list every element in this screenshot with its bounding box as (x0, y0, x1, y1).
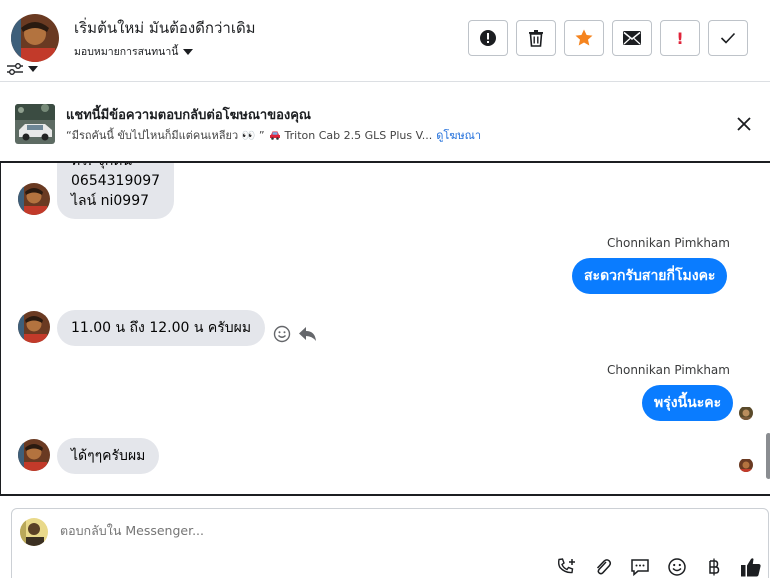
message-text: ได้ๆๆครับผม (71, 448, 146, 464)
call-icon (557, 558, 575, 574)
close-banner-button[interactable] (734, 114, 754, 134)
payment-button[interactable] (703, 556, 725, 578)
contact-name: เริ่มต้นใหม่ มันต้องดีกว่าเดิม (74, 19, 256, 37)
conversation-header: เริ่มต้นใหม่ มันต้องดีกว่าเดิม มอบหมายกา… (0, 0, 770, 82)
trash-icon (529, 30, 543, 47)
composer-toolbar (555, 556, 762, 578)
like-icon (741, 558, 761, 577)
caret-down-icon (28, 66, 38, 72)
ad-banner-title: แชทนี้มีข้อความตอบกลับต่อโฆษณาของคุณ (66, 108, 311, 123)
reply-button[interactable] (298, 325, 317, 347)
reply-input[interactable] (60, 523, 660, 538)
thread-scrollbar[interactable] (766, 433, 770, 479)
message-text: ทร. จุกดน (71, 163, 160, 171)
sender-name: Chonnikan Pimkham (607, 363, 730, 377)
ad-reply-banner: แชทนี้มีข้อความตอบกลับต่อโฆษณาของคุณ “มี… (0, 83, 770, 163)
mark-important-button[interactable]: ! (660, 20, 700, 56)
ad-quote: “มีรถคันนี้ ขับไปไหนก็มีแต่คนเหลียว 👀 ” (66, 129, 265, 142)
incoming-message[interactable]: 11.00 น ถึง 12.00 น ครับผม (57, 310, 266, 346)
contact-avatar[interactable] (18, 439, 50, 471)
report-spam-button[interactable] (468, 20, 508, 56)
contact-avatar[interactable] (18, 183, 50, 215)
sender-name: Chonnikan Pimkham (607, 236, 730, 250)
close-icon (737, 117, 751, 131)
smile-icon (273, 325, 291, 343)
message-text: ไลน์ ni0997 (71, 193, 150, 209)
incoming-message[interactable]: ได้ๆๆครับผม (57, 438, 160, 474)
outgoing-message[interactable]: พรุ่งนี้นะคะ (642, 385, 734, 421)
header-actions: ! (468, 20, 748, 56)
outgoing-message[interactable]: สะดวกรับสายกี่โมงคะ (572, 258, 728, 294)
check-icon (720, 32, 736, 44)
caret-down-icon (183, 48, 194, 55)
incoming-message[interactable]: ทร. จุกดน 0654319097 ไลน์ ni0997 (57, 163, 175, 219)
view-ad-link[interactable]: ดูโฆษณา (436, 126, 481, 144)
reply-composer (11, 508, 769, 578)
message-text: 0654319097 (71, 173, 161, 189)
message-text: พรุ่งนี้นะคะ (654, 395, 722, 411)
seen-receipt-avatar (739, 458, 753, 472)
sliders-icon (7, 63, 23, 75)
conversation-settings-dropdown[interactable] (6, 62, 39, 76)
baht-icon (709, 558, 720, 576)
saved-reply-icon (631, 559, 649, 577)
contact-avatar[interactable] (18, 311, 50, 343)
ad-thumbnail[interactable] (15, 104, 55, 144)
mark-done-button[interactable] (708, 20, 748, 56)
star-button[interactable] (564, 20, 604, 56)
mark-unread-button[interactable] (612, 20, 652, 56)
saved-replies-button[interactable] (629, 556, 651, 578)
ad-banner-details: “มีรถคันนี้ ขับไปไหนก็มีแต่คนเหลียว 👀 ” … (66, 126, 481, 144)
emoji-button[interactable] (666, 556, 688, 578)
assign-conversation-dropdown[interactable]: มอบหมายการสนทนานี้ (74, 43, 194, 60)
important-icon: ! (676, 28, 684, 48)
contact-avatar[interactable] (11, 14, 59, 62)
star-icon (575, 29, 593, 46)
like-button[interactable] (740, 556, 762, 578)
attach-button[interactable] (592, 556, 614, 578)
emoji-icon (668, 558, 686, 576)
attach-icon (596, 559, 612, 575)
react-button[interactable] (273, 325, 291, 347)
delete-button[interactable] (516, 20, 556, 56)
car-icon (269, 131, 280, 140)
call-button[interactable] (555, 556, 577, 578)
message-text: สะดวกรับสายกี่โมงคะ (584, 268, 716, 284)
alert-icon (480, 30, 496, 46)
message-text: 11.00 น ถึง 12.00 น ครับผม (71, 320, 252, 336)
page-avatar (20, 518, 48, 546)
message-thread[interactable]: ทร. จุกดน 0654319097 ไลน์ ni0997 Chonnik… (0, 163, 770, 496)
reply-icon (299, 327, 316, 341)
assign-label: มอบหมายการสนทนานี้ (74, 46, 179, 58)
mail-icon (623, 31, 641, 45)
ad-vehicle: Triton Cab 2.5 GLS Plus V... (284, 128, 433, 142)
seen-receipt-avatar (739, 406, 753, 420)
